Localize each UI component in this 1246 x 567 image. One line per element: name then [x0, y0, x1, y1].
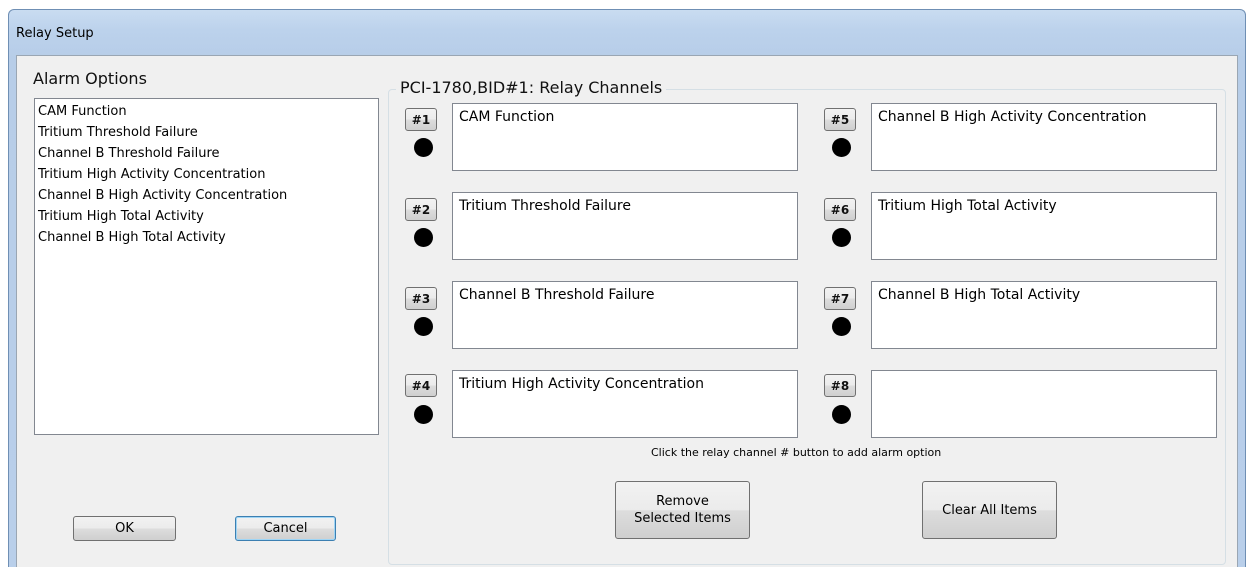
list-item[interactable]: Channel B High Activity Concentration: [38, 185, 375, 206]
remove-label-line1: Remove: [656, 494, 709, 509]
relay-channel-8-button[interactable]: #8: [824, 374, 856, 397]
relay-channels-label: PCI-1780,BID#1: Relay Channels: [396, 78, 667, 97]
clear-all-button[interactable]: Clear All Items: [922, 481, 1057, 539]
relay-channel-2-button[interactable]: #2: [405, 198, 437, 221]
relay-channel-4-button[interactable]: #4: [405, 374, 437, 397]
relay-channel-6-field[interactable]: Tritium High Total Activity: [871, 192, 1217, 260]
relay-channel-7-button[interactable]: #7: [824, 287, 856, 310]
alarm-options-label: Alarm Options: [33, 69, 147, 88]
relay-1-indicator: [414, 138, 433, 157]
relay-channel-4-field[interactable]: Tritium High Activity Concentration: [452, 370, 798, 438]
relay-channel-5-field[interactable]: Channel B High Activity Concentration: [871, 103, 1217, 171]
relay-3-indicator: [414, 317, 433, 336]
alarm-options-list[interactable]: CAM Function Tritium Threshold Failure C…: [34, 98, 379, 435]
relay-channel-5-button[interactable]: #5: [824, 108, 856, 131]
relay-channel-6-button[interactable]: #6: [824, 198, 856, 221]
window-title: Relay Setup: [16, 26, 94, 41]
relay-channel-1-field[interactable]: CAM Function: [452, 103, 798, 171]
relay-channel-1-button[interactable]: #1: [405, 108, 437, 131]
relay-7-indicator: [832, 317, 851, 336]
list-item[interactable]: CAM Function: [38, 101, 375, 122]
ok-button[interactable]: OK: [73, 516, 176, 541]
relay-6-indicator: [832, 228, 851, 247]
remove-selected-button[interactable]: Remove Selected Items: [615, 481, 750, 539]
list-item[interactable]: Tritium Threshold Failure: [38, 122, 375, 143]
remove-label-line2: Selected Items: [634, 511, 731, 526]
relay-channel-2-field[interactable]: Tritium Threshold Failure: [452, 192, 798, 260]
relay-channel-8-field[interactable]: [871, 370, 1217, 438]
list-item[interactable]: Channel B Threshold Failure: [38, 143, 375, 164]
relay-5-indicator: [832, 138, 851, 157]
relay-8-indicator: [832, 405, 851, 424]
list-item[interactable]: Tritium High Total Activity: [38, 206, 375, 227]
list-item[interactable]: Channel B High Total Activity: [38, 227, 375, 248]
instruction-text: Click the relay channel # button to add …: [651, 446, 942, 459]
relay-channel-3-button[interactable]: #3: [405, 287, 437, 310]
relay-2-indicator: [414, 228, 433, 247]
list-item[interactable]: Tritium High Activity Concentration: [38, 164, 375, 185]
dialog-client-area: Alarm Options CAM Function Tritium Thres…: [16, 55, 1238, 567]
relay-channel-3-field[interactable]: Channel B Threshold Failure: [452, 281, 798, 349]
relay-4-indicator: [414, 405, 433, 424]
cancel-button[interactable]: Cancel: [235, 516, 336, 541]
relay-channel-7-field[interactable]: Channel B High Total Activity: [871, 281, 1217, 349]
